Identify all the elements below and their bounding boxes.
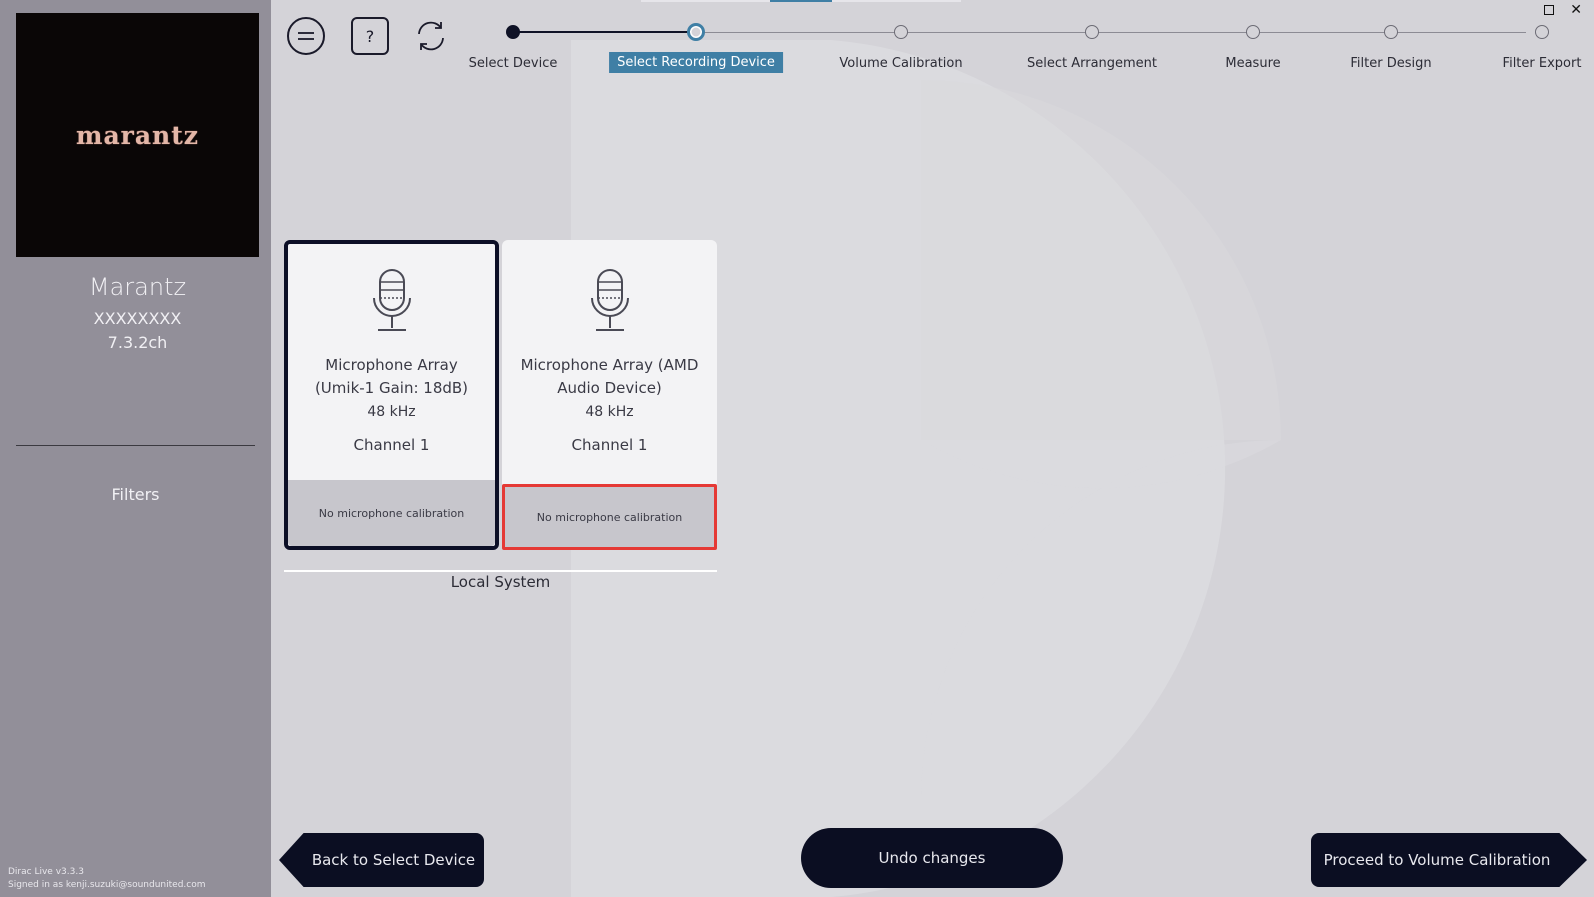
sidebar: marantz Marantz XXXXXXXX 7.3.2ch Filters… (0, 0, 271, 897)
device-channel: Channel 1 (353, 436, 430, 454)
step-dot-volume-calibration (894, 25, 908, 39)
signed-in-text: Signed in as kenji.suzuki@soundunited.co… (8, 880, 206, 890)
device-sample-rate: 48 kHz (367, 404, 416, 420)
device-title-line2: (Umik-1 Gain: 18dB) (314, 379, 469, 397)
proceed-button[interactable]: Proceed to Volume Calibration (1311, 833, 1587, 887)
step-dot-select-arrangement (1085, 25, 1099, 39)
step-label-select-device[interactable]: Select Device (463, 54, 564, 73)
device-title-line1: Microphone Array (325, 356, 458, 374)
refresh-button[interactable] (412, 17, 450, 55)
recording-device-card[interactable]: Microphone Array (AMD Audio Device) 48 k… (502, 240, 717, 550)
window-controls: ✕ (1544, 2, 1582, 18)
step-dot-measure (1246, 25, 1260, 39)
stepper-line-todo (696, 32, 1526, 33)
microphone-calibration-slot[interactable]: No microphone calibration (288, 480, 495, 546)
maximize-icon[interactable] (1544, 5, 1555, 15)
step-dot-select-device[interactable] (506, 25, 520, 39)
device-title-line1: Microphone Array (AMD (520, 356, 699, 374)
help-button[interactable]: ? (351, 17, 389, 55)
microphone-icon (372, 269, 411, 331)
menu-button[interactable] (287, 17, 325, 55)
undo-button-label: Undo changes (878, 849, 986, 867)
main-area: ? Select Device Select Recording Device … (271, 0, 1594, 897)
sidebar-item-filters[interactable]: Filters (0, 485, 271, 504)
device-name: Marantz (88, 273, 187, 301)
refresh-icon (418, 21, 444, 51)
step-label-volume-calibration: Volume Calibration (839, 56, 963, 71)
step-dot-select-recording-device[interactable] (687, 23, 705, 41)
sidebar-footer: Dirac Live v3.3.3 Signed in as kenji.suz… (8, 866, 206, 892)
step-label-select-recording-device[interactable]: Select Recording Device (609, 52, 783, 73)
proceed-button-label: Proceed to Volume Calibration (1323, 851, 1551, 869)
sidebar-divider (16, 445, 255, 446)
device-sample-rate: 48 kHz (585, 404, 634, 420)
version-text: Dirac Live v3.3.3 (8, 867, 84, 877)
step-label-filter-export: Filter Export (1502, 56, 1582, 71)
device-logo: marantz (16, 13, 259, 257)
microphone-calibration-slot[interactable]: No microphone calibration (502, 484, 717, 550)
logo-text: marantz (76, 120, 199, 150)
stepper-line-done (513, 31, 696, 33)
step-label-select-arrangement: Select Arrangement (1026, 56, 1158, 71)
back-button-label: Back to Select Device (311, 851, 476, 869)
step-dot-filter-export (1535, 25, 1549, 39)
back-button[interactable]: Back to Select Device (279, 833, 484, 887)
menu-icon (298, 32, 314, 40)
step-label-measure: Measure (1225, 56, 1281, 71)
recording-device-card[interactable]: Microphone Array (Umik-1 Gain: 18dB) 48 … (284, 240, 499, 550)
close-icon[interactable]: ✕ (1570, 2, 1582, 18)
undo-button[interactable]: Undo changes (801, 828, 1063, 888)
device-channels: 7.3.2ch (107, 333, 168, 352)
device-title-line2: Audio Device) (557, 379, 662, 397)
microphone-icon (590, 269, 629, 331)
group-label: Local System (450, 573, 551, 591)
help-icon: ? (365, 26, 375, 46)
device-channel: Channel 1 (571, 436, 648, 454)
device-serial: XXXXXXXX (93, 309, 182, 328)
step-dot-filter-design (1384, 25, 1398, 39)
step-label-filter-design: Filter Design (1350, 56, 1432, 71)
top-tab-indicator (641, 0, 961, 2)
group-divider (284, 570, 717, 572)
